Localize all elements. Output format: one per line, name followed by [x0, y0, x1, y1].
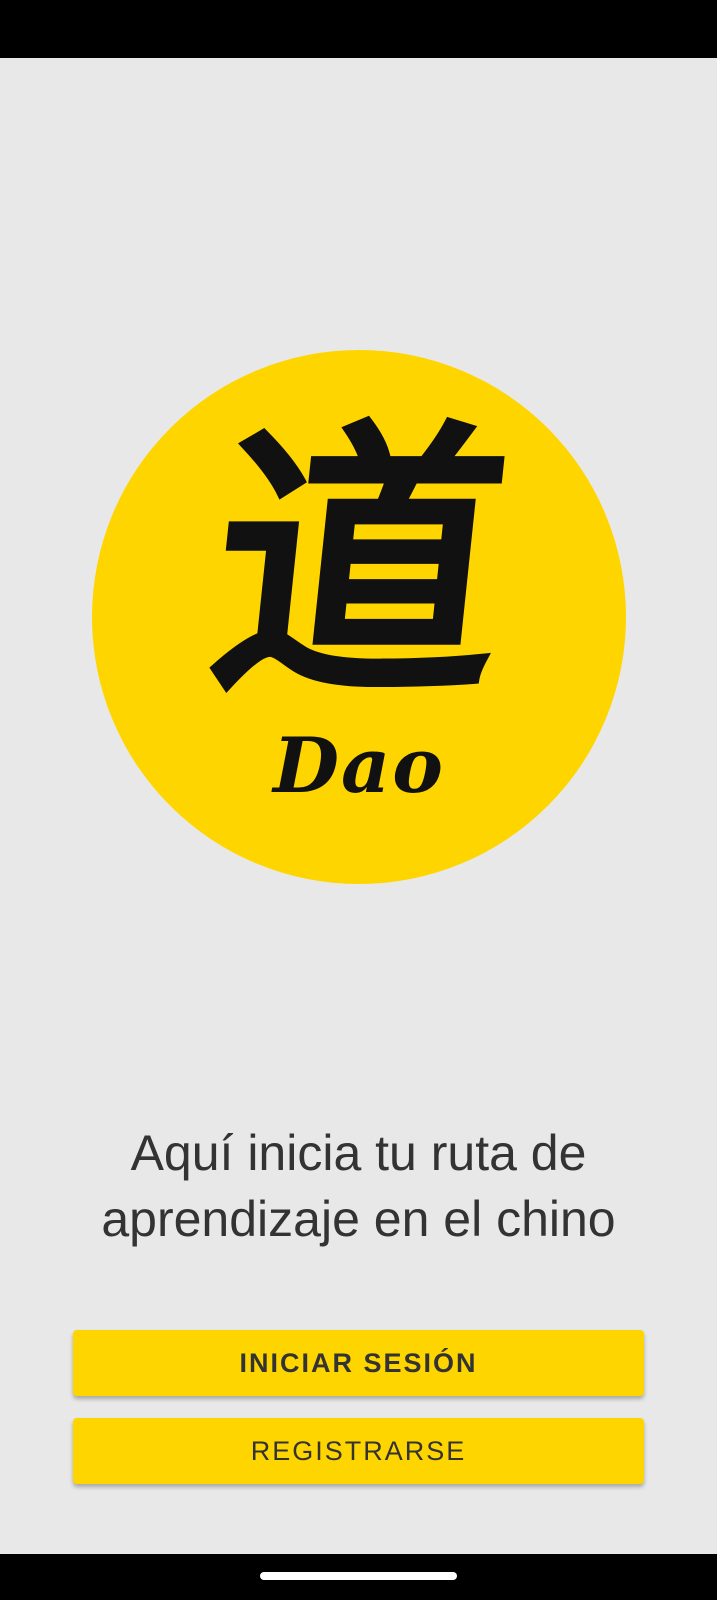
- navigation-bar: [0, 1554, 717, 1600]
- register-button[interactable]: REGISTRARSE: [73, 1418, 644, 1484]
- logo-wordmark: Dao: [273, 721, 445, 810]
- status-bar: [0, 0, 717, 58]
- home-indicator[interactable]: [260, 1572, 457, 1580]
- app-logo: 道 Dao: [92, 350, 626, 884]
- login-button[interactable]: INICIAR SESIÓN: [73, 1330, 644, 1396]
- welcome-tagline: Aquí inicia tu ruta de aprendizaje en el…: [101, 1125, 616, 1247]
- logo-glyph: 道: [196, 395, 522, 735]
